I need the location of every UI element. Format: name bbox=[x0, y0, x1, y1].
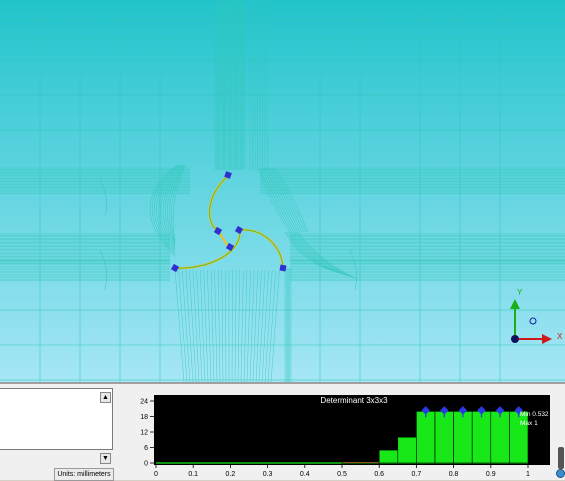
y-tick-label: 18 bbox=[140, 414, 148, 421]
y-tick-group: 0 6 12 18 24 bbox=[140, 399, 154, 468]
quality-histogram: 0 6 12 18 24 0 0.1 0.2 0.3 0.4 0.5 0.6 0.7 0.8 0.9 1 D… bbox=[140, 395, 550, 478]
histogram-bar bbox=[416, 411, 436, 464]
x-tick-label: 1 bbox=[526, 471, 530, 478]
scroll-up-icon[interactable]: ▲ bbox=[100, 392, 111, 403]
x-tick-label: 0 bbox=[154, 471, 158, 478]
threshold-slider-handle[interactable] bbox=[556, 469, 565, 478]
y-tick-label: 24 bbox=[140, 399, 148, 406]
histogram-bar bbox=[378, 449, 399, 464]
y-tick-label: 12 bbox=[140, 430, 148, 437]
histogram-bar bbox=[490, 411, 510, 464]
units-button[interactable]: Units: millimeters bbox=[54, 468, 114, 481]
x-tick-label: 0.3 bbox=[263, 471, 273, 478]
histogram-bar bbox=[397, 436, 417, 464]
histogram-bar bbox=[341, 461, 380, 464]
y-tick-label: 0 bbox=[144, 461, 148, 468]
x-tick-label: 0.4 bbox=[300, 471, 310, 478]
histogram-title: Determinant 3x3x3 bbox=[320, 396, 388, 405]
x-tick-group: 0 0.1 0.2 0.3 0.4 0.5 0.6 0.7 0.8 0.9 1 bbox=[154, 465, 530, 478]
x-tick-label: 0.6 bbox=[374, 471, 384, 478]
x-tick-label: 0.9 bbox=[486, 471, 496, 478]
message-log[interactable]: ▲ ▼ bbox=[0, 388, 113, 464]
histogram-bar bbox=[471, 411, 492, 464]
histogram-bar bbox=[453, 411, 473, 464]
histogram-min-label: Min 0.532 bbox=[520, 411, 549, 418]
scroll-down-icon[interactable]: ▼ bbox=[100, 453, 111, 464]
mesh-canvas[interactable]: Y X bbox=[0, 0, 565, 382]
x-tick-label: 0.8 bbox=[449, 471, 459, 478]
x-tick-label: 0.5 bbox=[337, 471, 347, 478]
x-tick-label: 0.7 bbox=[412, 471, 422, 478]
threshold-slider-track[interactable] bbox=[558, 447, 564, 469]
x-axis-label: X bbox=[557, 332, 563, 341]
x-tick-label: 0.2 bbox=[226, 471, 236, 478]
viewport-background bbox=[0, 0, 565, 382]
triad-origin bbox=[511, 335, 519, 343]
control-handle[interactable] bbox=[279, 264, 287, 272]
y-axis-label: Y bbox=[517, 288, 523, 297]
histogram-bar bbox=[434, 411, 454, 464]
3d-viewport[interactable]: Y X bbox=[0, 0, 565, 382]
histogram-max-label: Max 1 bbox=[520, 420, 538, 427]
y-tick-label: 6 bbox=[144, 445, 148, 452]
x-tick-label: 0.1 bbox=[188, 471, 198, 478]
